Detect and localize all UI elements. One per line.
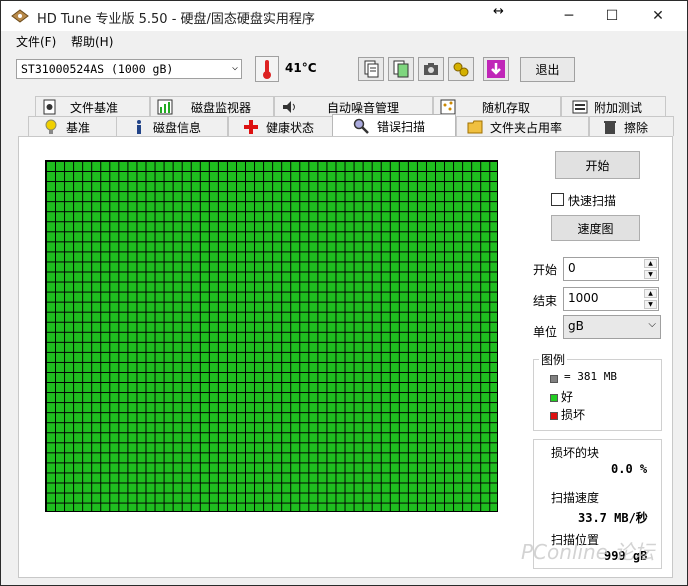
tab-label: 磁盘信息 — [153, 121, 202, 135]
start-position-stepper[interactable]: ▲ ▼ — [644, 259, 657, 279]
save-button[interactable] — [483, 57, 509, 81]
copy-screen-button[interactable] — [388, 57, 414, 81]
tab-health[interactable]: 健康状态 — [228, 116, 339, 136]
options-button[interactable] — [448, 57, 474, 81]
tab-label: 错误扫描 — [377, 120, 426, 134]
copy-text-button[interactable] — [358, 57, 384, 81]
copy-screen-icon — [393, 60, 409, 78]
maximize-button[interactable]: ☐ — [589, 1, 635, 31]
save-icon — [487, 60, 505, 78]
camera-icon — [424, 63, 438, 75]
resize-cursor-icon: ↔ — [493, 4, 504, 19]
options-icon — [453, 62, 469, 77]
good-swatch — [550, 394, 558, 402]
chevron-down-icon: ⌵ — [231, 62, 238, 73]
health-cross-icon — [243, 119, 259, 135]
start-position-value: 0 — [568, 261, 576, 275]
start-scan-button[interactable]: 开始 — [555, 151, 640, 179]
tab-file-benchmark[interactable]: 文件基准 — [35, 96, 150, 116]
tab-disk-monitor[interactable]: 磁盘监视器 — [150, 96, 274, 116]
unit-select-value: gB — [568, 319, 584, 333]
scan-speed-value: 33.7 MB/秒 — [578, 511, 648, 525]
tab-label: 文件基准 — [70, 101, 119, 115]
hd-tune-app-icon — [11, 8, 29, 24]
tab-erase[interactable]: 擦除 — [589, 116, 674, 136]
quick-scan-checkbox[interactable] — [551, 193, 564, 206]
tab-random-access[interactable]: 随机存取 — [433, 96, 561, 116]
drive-select-value: ST31000524AS (1000 gB) — [21, 62, 174, 76]
temperature-value: 41°C — [285, 61, 317, 75]
end-position-stepper[interactable]: ▲ ▼ — [644, 289, 657, 309]
legend-good: 好 — [561, 390, 574, 404]
tab-label: 擦除 — [624, 121, 649, 135]
copy-text-icon — [364, 60, 379, 78]
tab-label: 健康状态 — [266, 121, 315, 135]
close-button[interactable]: ✕ — [635, 1, 681, 31]
window-title: HD Tune 专业版 5.50 - 硬盘/固态硬盘实用程序 — [37, 12, 315, 27]
tab-auto-noise[interactable]: 自动噪音管理 — [274, 96, 433, 116]
folder-icon — [467, 119, 483, 135]
start-position-label: 开始 — [533, 263, 558, 277]
exit-button[interactable]: 退出 — [520, 57, 575, 82]
damaged-blocks-value: 0.0 % — [611, 462, 648, 476]
lightbulb-icon — [43, 119, 59, 135]
tab-label: 磁盘监视器 — [191, 101, 252, 115]
tab-folder-usage[interactable]: 文件夹占用率 — [456, 116, 589, 136]
magnifier-icon — [353, 118, 369, 134]
disk-monitor-icon — [157, 99, 173, 115]
app-window: HD Tune 专业版 5.50 - 硬盘/固态硬盘实用程序 ↔ ─ ☐ ✕ 文… — [0, 0, 688, 586]
scan-block-map — [45, 160, 498, 512]
block-size-swatch — [550, 375, 558, 383]
tab-label: 基准 — [66, 121, 91, 135]
tab-benchmark[interactable]: 基准 — [28, 116, 126, 136]
legend-bad: 损坏 — [561, 408, 586, 422]
end-position-input[interactable]: 1000 ▲ ▼ — [563, 287, 659, 311]
speed-map-button[interactable]: 速度图 — [551, 215, 640, 241]
tab-extra-tests[interactable]: 附加测试 — [561, 96, 666, 116]
tab-label: 文件夹占用率 — [490, 121, 563, 135]
file-benchmark-icon — [42, 99, 58, 115]
quick-scan-label: 快速扫描 — [568, 194, 617, 208]
legend-title: 图例 — [539, 351, 568, 368]
end-position-label: 结束 — [533, 294, 558, 308]
spin-down-icon[interactable]: ▼ — [644, 300, 657, 309]
end-position-value: 1000 — [568, 291, 599, 305]
spin-up-icon[interactable]: ▲ — [644, 289, 657, 298]
chevron-down-icon: ⌵ — [648, 319, 656, 330]
trash-icon — [602, 119, 618, 135]
legend-block-size: = 381 MB — [564, 370, 617, 383]
pconline-watermark: PConline 论坛 — [521, 540, 655, 564]
title-bar: HD Tune 专业版 5.50 - 硬盘/固态硬盘实用程序 ↔ ─ ☐ ✕ — [1, 1, 687, 31]
tab-label: 附加测试 — [594, 101, 643, 115]
random-access-icon — [440, 99, 456, 115]
extra-tests-icon — [572, 99, 588, 115]
tab-row-top: 文件基准 磁盘监视器 自动噪音管理 随机存取 附加测试 — [11, 96, 676, 116]
spin-up-icon[interactable]: ▲ — [644, 259, 657, 268]
tab-label: 随机存取 — [482, 101, 531, 115]
thermometer-icon — [255, 56, 279, 82]
tab-disk-info[interactable]: 磁盘信息 — [116, 116, 228, 136]
menu-help[interactable]: 帮助(H) — [71, 33, 113, 50]
menu-bar: 文件(F) 帮助(H) — [1, 31, 687, 51]
damaged-blocks-label: 损坏的块 — [551, 446, 600, 460]
scan-speed-label: 扫描速度 — [551, 491, 600, 505]
drive-select[interactable]: ST31000524AS (1000 gB) ⌵ — [16, 59, 242, 79]
toolbar: ST31000524AS (1000 gB) ⌵ 41°C 退出 — [1, 53, 687, 89]
unit-select[interactable]: gB ⌵ — [563, 315, 661, 339]
minimize-button[interactable]: ─ — [546, 1, 592, 31]
spin-down-icon[interactable]: ▼ — [644, 270, 657, 279]
menu-file[interactable]: 文件(F) — [16, 33, 56, 50]
tab-error-scan[interactable]: 错误扫描 — [332, 114, 456, 136]
unit-label: 单位 — [533, 325, 558, 339]
start-position-input[interactable]: 0 ▲ ▼ — [563, 257, 659, 281]
tab-row-bottom: 基准 磁盘信息 健康状态 错误扫描 文件夹占用率 擦除 — [11, 114, 676, 136]
screenshot-button[interactable] — [418, 57, 444, 81]
speaker-icon — [281, 99, 297, 115]
info-icon — [131, 119, 147, 135]
bad-swatch — [550, 412, 558, 420]
